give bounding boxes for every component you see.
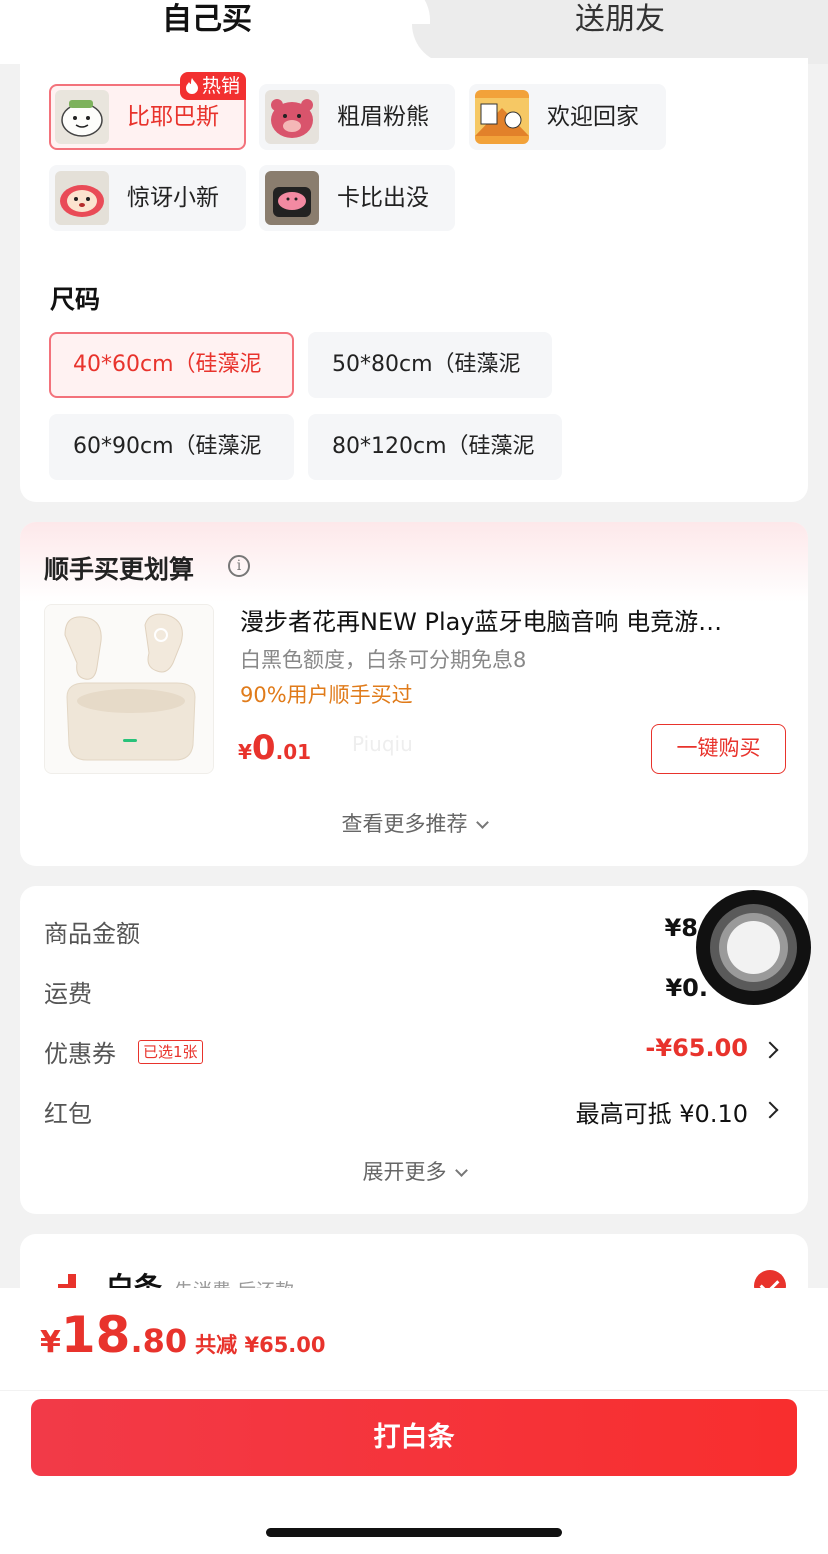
style-chip-cumeifenxiong[interactable]: 粗眉粉熊 bbox=[259, 84, 455, 150]
chevron-right-icon bbox=[761, 1041, 779, 1059]
price-detail-card: 商品金额 ¥8 运费 ¥0. 优惠券 已选1张 -¥65.00 红包 最高可抵 … bbox=[20, 886, 808, 1214]
goods-amount-label: 商品金额 bbox=[44, 920, 140, 948]
chevron-right-icon bbox=[761, 1101, 779, 1119]
watermark: Piuqiu bbox=[352, 732, 413, 756]
style-chip-jingyaxiaoxin[interactable]: 惊讶小新 bbox=[49, 165, 246, 231]
style-thumb-bieyebasi bbox=[55, 90, 109, 144]
checkout-bar: ¥18.80 共减 ¥65.00 打白条 bbox=[0, 1288, 828, 1554]
size-section-title: 尺码 bbox=[50, 285, 101, 314]
style-thumb-huanyinghuijia bbox=[475, 90, 529, 144]
style-chip-huanyinghuijia[interactable]: 欢迎回家 bbox=[469, 84, 666, 150]
expand-more-label: 展开更多 bbox=[362, 1160, 447, 1184]
shipping-row: 运费 ¥0. bbox=[44, 974, 784, 1014]
product-subtitle: 白黑色额度，白条可分期免息8 bbox=[240, 648, 527, 672]
divider bbox=[0, 1390, 828, 1391]
style-chip-kabichumo[interactable]: 卡比出没 bbox=[259, 165, 455, 231]
coupon-label: 优惠券 bbox=[44, 1040, 116, 1068]
red-packet-value: 最高可抵 ¥0.10 bbox=[575, 1100, 748, 1128]
product-title[interactable]: 漫步者花再NEW Play蓝牙电脑音响 电竞游… bbox=[240, 602, 788, 637]
goods-amount-row: 商品金额 ¥8 bbox=[44, 914, 784, 954]
size-chip-60x90[interactable]: 60*90cm（硅藻泥 bbox=[49, 414, 294, 480]
price-integer: 0 bbox=[251, 728, 276, 768]
shipping-label: 运费 bbox=[44, 980, 92, 1008]
home-indicator[interactable] bbox=[266, 1528, 562, 1537]
chevron-down-icon bbox=[454, 1164, 468, 1177]
size-chip-80x120[interactable]: 80*120cm（硅藻泥 bbox=[308, 414, 562, 480]
addon-title: 顺手买更划算 bbox=[44, 555, 195, 584]
one-click-buy-button[interactable]: 一键购买 bbox=[651, 724, 786, 774]
hot-badge-label: 热销 bbox=[201, 75, 240, 97]
style-thumb-cumeifenxiong bbox=[265, 90, 319, 144]
style-thumb-jingyaxiaoxin bbox=[55, 171, 109, 225]
addon-card: 顺手买更划算 i 漫步者花再NEW Play蓝牙电脑音响 电竞游… 白黑色额度，… bbox=[20, 522, 808, 866]
tab-friend[interactable]: 送朋友 bbox=[575, 0, 665, 40]
style-label: 惊讶小新 bbox=[127, 185, 219, 211]
product-price: ¥0.01 bbox=[238, 728, 311, 768]
coupon-value: -¥65.00 bbox=[645, 1034, 748, 1062]
hot-badge: 热销 bbox=[179, 72, 246, 100]
style-chip-bieyebasi[interactable]: 比耶巴斯 热销 bbox=[49, 72, 246, 150]
tab-self[interactable]: 自己买 bbox=[162, 0, 252, 40]
total-saved: 共减 ¥65.00 bbox=[195, 1333, 326, 1357]
assistive-touch-button[interactable] bbox=[696, 890, 811, 1005]
price-decimal: .01 bbox=[275, 740, 312, 764]
price-currency: ¥ bbox=[238, 740, 252, 764]
total-price: ¥18.80 共减 ¥65.00 bbox=[40, 1306, 326, 1364]
pay-baitiao-button[interactable]: 打白条 bbox=[31, 1399, 797, 1476]
style-thumb-kabichumo bbox=[265, 171, 319, 225]
size-chip-50x80[interactable]: 50*80cm（硅藻泥 bbox=[308, 332, 552, 398]
info-icon[interactable]: i bbox=[228, 555, 250, 577]
total-integer: 18 bbox=[60, 1306, 131, 1364]
assistive-touch-core bbox=[727, 921, 780, 974]
style-label: 卡比出没 bbox=[337, 185, 429, 211]
expand-more[interactable]: 展开更多 bbox=[20, 1156, 808, 1186]
goods-amount-value: ¥8 bbox=[664, 914, 698, 942]
chevron-down-icon bbox=[475, 816, 489, 829]
shipping-value: ¥0. bbox=[665, 974, 708, 1002]
flame-icon bbox=[185, 78, 198, 94]
total-currency: ¥ bbox=[40, 1325, 61, 1360]
spec-card: 比耶巴斯 热销 粗眉粉熊 欢迎回家 惊讶小新 卡比出没 尺码 40*60cm（硅… bbox=[20, 58, 808, 502]
more-recommendations[interactable]: 查看更多推荐 bbox=[20, 808, 808, 838]
red-packet-label: 红包 bbox=[44, 1100, 92, 1128]
purchase-mode-tabs: 自己买 送朋友 bbox=[0, 0, 828, 64]
size-chip-40x60[interactable]: 40*60cm（硅藻泥 bbox=[49, 332, 294, 398]
coupon-row[interactable]: 优惠券 已选1张 -¥65.00 bbox=[44, 1034, 784, 1074]
style-label: 粗眉粉熊 bbox=[337, 104, 429, 130]
style-label: 欢迎回家 bbox=[547, 104, 639, 130]
red-packet-row[interactable]: 红包 最高可抵 ¥0.10 bbox=[44, 1094, 784, 1134]
total-decimal: .80 bbox=[130, 1322, 188, 1360]
more-recommendations-label: 查看更多推荐 bbox=[341, 812, 468, 836]
product-image[interactable] bbox=[44, 604, 214, 774]
product-purchase-rate: 90%用户顺手买过 bbox=[240, 683, 413, 707]
coupon-selected-tag: 已选1张 bbox=[138, 1040, 203, 1064]
